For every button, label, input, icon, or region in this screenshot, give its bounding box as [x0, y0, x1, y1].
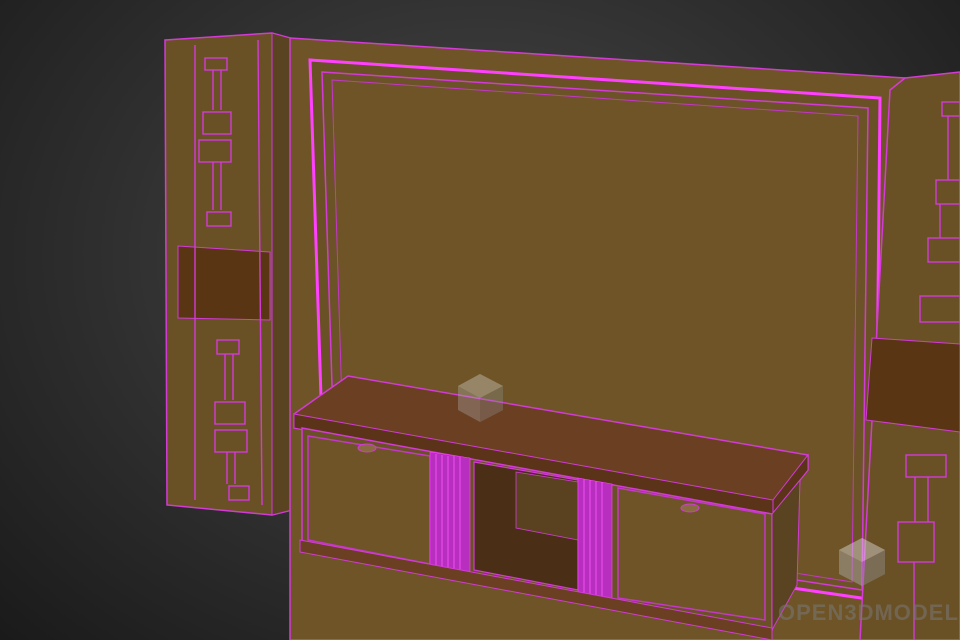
knob-right-icon [680, 503, 700, 513]
watermark-text: OPEN3DMODEL [778, 600, 959, 625]
3d-viewport[interactable]: OPEN3DMODEL [0, 0, 960, 640]
left-pillar [164, 32, 293, 516]
scene-render [164, 32, 960, 640]
knob-left-icon [357, 443, 377, 453]
